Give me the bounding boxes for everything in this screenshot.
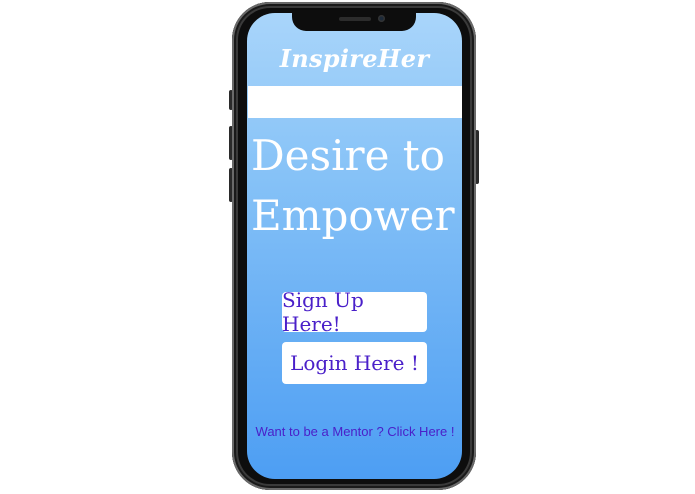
app-logo: InspireHer xyxy=(279,44,430,73)
hero-headline: Desire to Empower xyxy=(251,126,465,246)
sign-up-button[interactable]: Sign Up Here! xyxy=(282,288,427,336)
front-camera-icon xyxy=(378,15,385,22)
mentor-signup-link[interactable]: Want to be a Mentor ? Click Here ! xyxy=(250,424,460,439)
header-bar xyxy=(248,86,462,118)
login-button[interactable]: Login Here ! xyxy=(282,342,427,384)
phone-screen xyxy=(247,13,462,479)
speaker-grille xyxy=(339,17,371,21)
phone-notch xyxy=(292,13,416,31)
hero-line-1: Desire to xyxy=(251,131,445,180)
hero-line-2: Empower xyxy=(251,191,455,240)
